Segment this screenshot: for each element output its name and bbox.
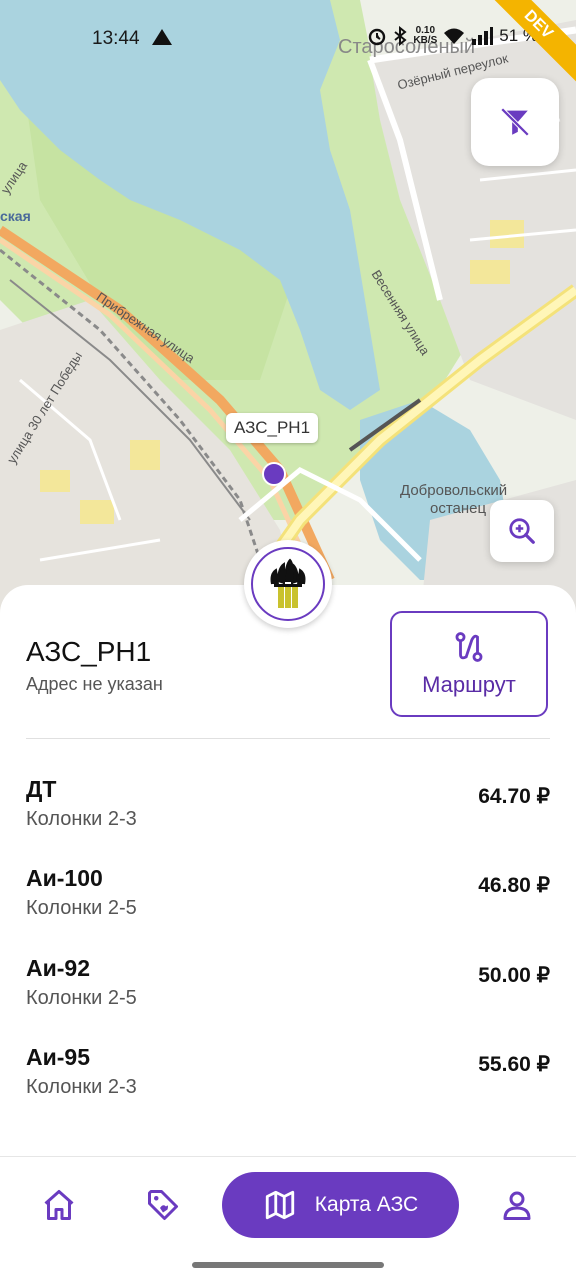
brand-logo-icon (270, 558, 306, 608)
signal-icon (472, 27, 494, 45)
net-speed: 0.10 KB/S (413, 25, 438, 46)
zoom-in-icon (509, 518, 535, 544)
station-marker[interactable] (262, 462, 286, 486)
nav-home[interactable] (39, 1185, 79, 1225)
filter-button[interactable] (471, 78, 559, 166)
map-icon (265, 1190, 294, 1220)
fuel-price: 64.70 ₽ (478, 785, 550, 808)
wifi-icon (444, 28, 465, 44)
route-icon (455, 632, 483, 662)
fuel-price: 55.60 ₽ (478, 1053, 550, 1076)
station-name: АЗС_РН1 (26, 636, 152, 667)
station-address: Адрес не указан (26, 674, 163, 694)
home-indicator[interactable] (192, 1262, 384, 1268)
fuel-columns: Колонки 2-5 (26, 897, 137, 919)
station-marker-label: АЗС_РН1 (226, 413, 319, 443)
map-view[interactable]: Старосоленый Озёрный переулок Прибрежная… (0, 0, 576, 620)
fuel-row: Аи-100 Колонки 2-5 46.80 ₽ (26, 865, 550, 945)
fuel-columns: Колонки 2-3 (26, 1076, 137, 1098)
navigation-icon (152, 29, 172, 45)
fuel-row: ДТ Колонки 2-3 64.70 ₽ (26, 776, 550, 856)
station-logo (244, 540, 332, 628)
nav-offers[interactable] (143, 1185, 183, 1225)
map-label-stop: останец (430, 500, 487, 517)
fuel-price: 46.80 ₽ (478, 874, 550, 897)
fuel-columns: Колонки 2-5 (26, 987, 137, 1009)
nav-map-active[interactable]: Карта АЗС (222, 1172, 459, 1238)
fuel-name: Аи-95 (26, 1044, 90, 1070)
route-button-label: Маршрут (422, 672, 516, 697)
divider (26, 738, 550, 739)
nav-map-label: Карта АЗС (314, 1193, 419, 1216)
home-icon (44, 1190, 74, 1220)
fuel-price: 50.00 ₽ (478, 964, 550, 987)
alarm-icon (369, 28, 386, 46)
map-label-stop: Добровольский (400, 482, 508, 499)
bluetooth-icon (394, 26, 407, 46)
nav-profile[interactable] (497, 1185, 537, 1225)
route-button[interactable]: Маршрут (390, 611, 548, 717)
fuel-name: ДТ (26, 776, 57, 802)
fuel-columns: Колонки 2-3 (26, 808, 137, 830)
fuel-name: Аи-92 (26, 955, 90, 981)
status-time: 13:44 (92, 28, 140, 49)
status-bar: 13:44 0.10 KB/S 51 % (0, 22, 576, 58)
tag-icon (148, 1190, 178, 1220)
fuel-name: Аи-100 (26, 865, 103, 891)
profile-icon (503, 1191, 531, 1220)
map-label-street: ская (0, 208, 31, 224)
zoom-button[interactable] (490, 500, 554, 562)
filter-off-icon (500, 107, 530, 137)
fuel-row: Аи-95 Колонки 2-3 55.60 ₽ (26, 1044, 550, 1124)
fuel-row: Аи-92 Колонки 2-5 50.00 ₽ (26, 955, 550, 1035)
